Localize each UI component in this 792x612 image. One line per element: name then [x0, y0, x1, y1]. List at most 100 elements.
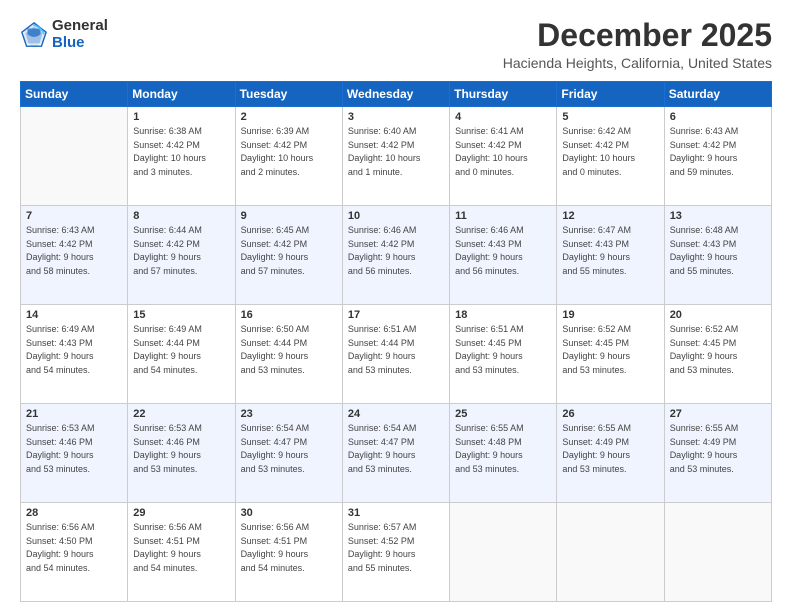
- day-info: Sunrise: 6:40 AM Sunset: 4:42 PM Dayligh…: [348, 125, 444, 179]
- calendar-cell: 6 Sunrise: 6:43 AM Sunset: 4:42 PM Daylig…: [664, 107, 771, 206]
- logo-icon: [20, 21, 48, 49]
- day-number: 6: [670, 111, 766, 123]
- header-day-saturday: Saturday: [664, 82, 771, 107]
- day-info: Sunrise: 6:56 AM Sunset: 4:50 PM Dayligh…: [26, 521, 122, 575]
- calendar-cell: 21 Sunrise: 6:53 AM Sunset: 4:46 PM Dayli…: [21, 404, 128, 503]
- day-number: 15: [133, 309, 229, 321]
- day-info: Sunrise: 6:52 AM Sunset: 4:45 PM Dayligh…: [670, 323, 766, 377]
- calendar-cell: 28 Sunrise: 6:56 AM Sunset: 4:50 PM Dayli…: [21, 503, 128, 602]
- day-info: Sunrise: 6:54 AM Sunset: 4:47 PM Dayligh…: [241, 422, 337, 476]
- calendar-table: SundayMondayTuesdayWednesdayThursdayFrid…: [20, 81, 772, 602]
- title-section: December 2025 Hacienda Heights, Californ…: [503, 18, 772, 71]
- day-info: Sunrise: 6:50 AM Sunset: 4:44 PM Dayligh…: [241, 323, 337, 377]
- logo-general-text: General: [52, 18, 108, 35]
- header: General Blue December 2025 Hacienda Heig…: [20, 18, 772, 71]
- day-number: 23: [241, 408, 337, 420]
- day-info: Sunrise: 6:46 AM Sunset: 4:43 PM Dayligh…: [455, 224, 551, 278]
- calendar-cell: 29 Sunrise: 6:56 AM Sunset: 4:51 PM Dayli…: [128, 503, 235, 602]
- day-info: Sunrise: 6:46 AM Sunset: 4:42 PM Dayligh…: [348, 224, 444, 278]
- day-number: 31: [348, 507, 444, 519]
- day-number: 9: [241, 210, 337, 222]
- day-info: Sunrise: 6:56 AM Sunset: 4:51 PM Dayligh…: [133, 521, 229, 575]
- day-info: Sunrise: 6:42 AM Sunset: 4:42 PM Dayligh…: [562, 125, 658, 179]
- day-info: Sunrise: 6:43 AM Sunset: 4:42 PM Dayligh…: [670, 125, 766, 179]
- day-info: Sunrise: 6:53 AM Sunset: 4:46 PM Dayligh…: [26, 422, 122, 476]
- calendar-cell: 27Sunrise: 6:55 AM Sunset: 4:49 PM Dayli…: [664, 404, 771, 503]
- day-number: 8: [133, 210, 229, 222]
- calendar-cell: 16 Sunrise: 6:50 AM Sunset: 4:44 PM Dayli…: [235, 305, 342, 404]
- calendar-cell: 15Sunrise: 6:49 AM Sunset: 4:44 PM Dayli…: [128, 305, 235, 404]
- calendar-body: 1 Sunrise: 6:38 AM Sunset: 4:42 PM Daylig…: [21, 107, 772, 602]
- calendar-week-3: 14Sunrise: 6:49 AM Sunset: 4:43 PM Dayli…: [21, 305, 772, 404]
- calendar-cell: 30 Sunrise: 6:56 AM Sunset: 4:51 PM Dayli…: [235, 503, 342, 602]
- calendar-cell: 25Sunrise: 6:55 AM Sunset: 4:48 PM Dayli…: [450, 404, 557, 503]
- logo: General Blue: [20, 18, 108, 51]
- calendar-header: SundayMondayTuesdayWednesdayThursdayFrid…: [21, 82, 772, 107]
- day-info: Sunrise: 6:48 AM Sunset: 4:43 PM Dayligh…: [670, 224, 766, 278]
- day-number: 12: [562, 210, 658, 222]
- day-info: Sunrise: 6:53 AM Sunset: 4:46 PM Dayligh…: [133, 422, 229, 476]
- main-title: December 2025: [503, 18, 772, 53]
- calendar-cell: [557, 503, 664, 602]
- header-day-thursday: Thursday: [450, 82, 557, 107]
- day-info: Sunrise: 6:52 AM Sunset: 4:45 PM Dayligh…: [562, 323, 658, 377]
- calendar-cell: 10Sunrise: 6:46 AM Sunset: 4:42 PM Dayli…: [342, 206, 449, 305]
- day-info: Sunrise: 6:45 AM Sunset: 4:42 PM Dayligh…: [241, 224, 337, 278]
- header-day-friday: Friday: [557, 82, 664, 107]
- day-number: 18: [455, 309, 551, 321]
- day-number: 26: [562, 408, 658, 420]
- calendar-cell: [450, 503, 557, 602]
- calendar-cell: 13Sunrise: 6:48 AM Sunset: 4:43 PM Dayli…: [664, 206, 771, 305]
- day-number: 25: [455, 408, 551, 420]
- calendar-cell: 18 Sunrise: 6:51 AM Sunset: 4:45 PM Dayli…: [450, 305, 557, 404]
- day-number: 11: [455, 210, 551, 222]
- day-number: 28: [26, 507, 122, 519]
- calendar-cell: 8 Sunrise: 6:44 AM Sunset: 4:42 PM Daylig…: [128, 206, 235, 305]
- day-number: 4: [455, 111, 551, 123]
- calendar-cell: 19 Sunrise: 6:52 AM Sunset: 4:45 PM Dayli…: [557, 305, 664, 404]
- calendar-cell: [664, 503, 771, 602]
- calendar-cell: 20Sunrise: 6:52 AM Sunset: 4:45 PM Dayli…: [664, 305, 771, 404]
- calendar-cell: 7 Sunrise: 6:43 AM Sunset: 4:42 PM Daylig…: [21, 206, 128, 305]
- day-info: Sunrise: 6:44 AM Sunset: 4:42 PM Dayligh…: [133, 224, 229, 278]
- day-info: Sunrise: 6:38 AM Sunset: 4:42 PM Dayligh…: [133, 125, 229, 179]
- day-number: 5: [562, 111, 658, 123]
- header-day-wednesday: Wednesday: [342, 82, 449, 107]
- day-info: Sunrise: 6:41 AM Sunset: 4:42 PM Dayligh…: [455, 125, 551, 179]
- day-number: 7: [26, 210, 122, 222]
- day-number: 14: [26, 309, 122, 321]
- calendar-cell: 11 Sunrise: 6:46 AM Sunset: 4:43 PM Dayli…: [450, 206, 557, 305]
- calendar-cell: 17Sunrise: 6:51 AM Sunset: 4:44 PM Dayli…: [342, 305, 449, 404]
- subtitle: Hacienda Heights, California, United Sta…: [503, 55, 772, 71]
- day-number: 1: [133, 111, 229, 123]
- day-info: Sunrise: 6:43 AM Sunset: 4:42 PM Dayligh…: [26, 224, 122, 278]
- day-number: 29: [133, 507, 229, 519]
- calendar-cell: 1 Sunrise: 6:38 AM Sunset: 4:42 PM Daylig…: [128, 107, 235, 206]
- calendar-week-5: 28 Sunrise: 6:56 AM Sunset: 4:50 PM Dayli…: [21, 503, 772, 602]
- day-number: 30: [241, 507, 337, 519]
- logo-text: General Blue: [52, 18, 108, 51]
- header-day-monday: Monday: [128, 82, 235, 107]
- calendar-week-1: 1 Sunrise: 6:38 AM Sunset: 4:42 PM Daylig…: [21, 107, 772, 206]
- day-number: 27: [670, 408, 766, 420]
- header-row: SundayMondayTuesdayWednesdayThursdayFrid…: [21, 82, 772, 107]
- calendar-cell: 22Sunrise: 6:53 AM Sunset: 4:46 PM Dayli…: [128, 404, 235, 503]
- header-day-sunday: Sunday: [21, 82, 128, 107]
- day-number: 2: [241, 111, 337, 123]
- day-info: Sunrise: 6:39 AM Sunset: 4:42 PM Dayligh…: [241, 125, 337, 179]
- calendar-cell: 3 Sunrise: 6:40 AM Sunset: 4:42 PM Daylig…: [342, 107, 449, 206]
- day-number: 16: [241, 309, 337, 321]
- day-info: Sunrise: 6:54 AM Sunset: 4:47 PM Dayligh…: [348, 422, 444, 476]
- calendar-cell: 5 Sunrise: 6:42 AM Sunset: 4:42 PM Daylig…: [557, 107, 664, 206]
- calendar-cell: 4 Sunrise: 6:41 AM Sunset: 4:42 PM Daylig…: [450, 107, 557, 206]
- day-number: 3: [348, 111, 444, 123]
- calendar-cell: 12 Sunrise: 6:47 AM Sunset: 4:43 PM Dayli…: [557, 206, 664, 305]
- day-info: Sunrise: 6:51 AM Sunset: 4:45 PM Dayligh…: [455, 323, 551, 377]
- day-number: 19: [562, 309, 658, 321]
- day-info: Sunrise: 6:56 AM Sunset: 4:51 PM Dayligh…: [241, 521, 337, 575]
- day-number: 21: [26, 408, 122, 420]
- day-info: Sunrise: 6:47 AM Sunset: 4:43 PM Dayligh…: [562, 224, 658, 278]
- day-number: 17: [348, 309, 444, 321]
- header-day-tuesday: Tuesday: [235, 82, 342, 107]
- calendar-cell: 2 Sunrise: 6:39 AM Sunset: 4:42 PM Daylig…: [235, 107, 342, 206]
